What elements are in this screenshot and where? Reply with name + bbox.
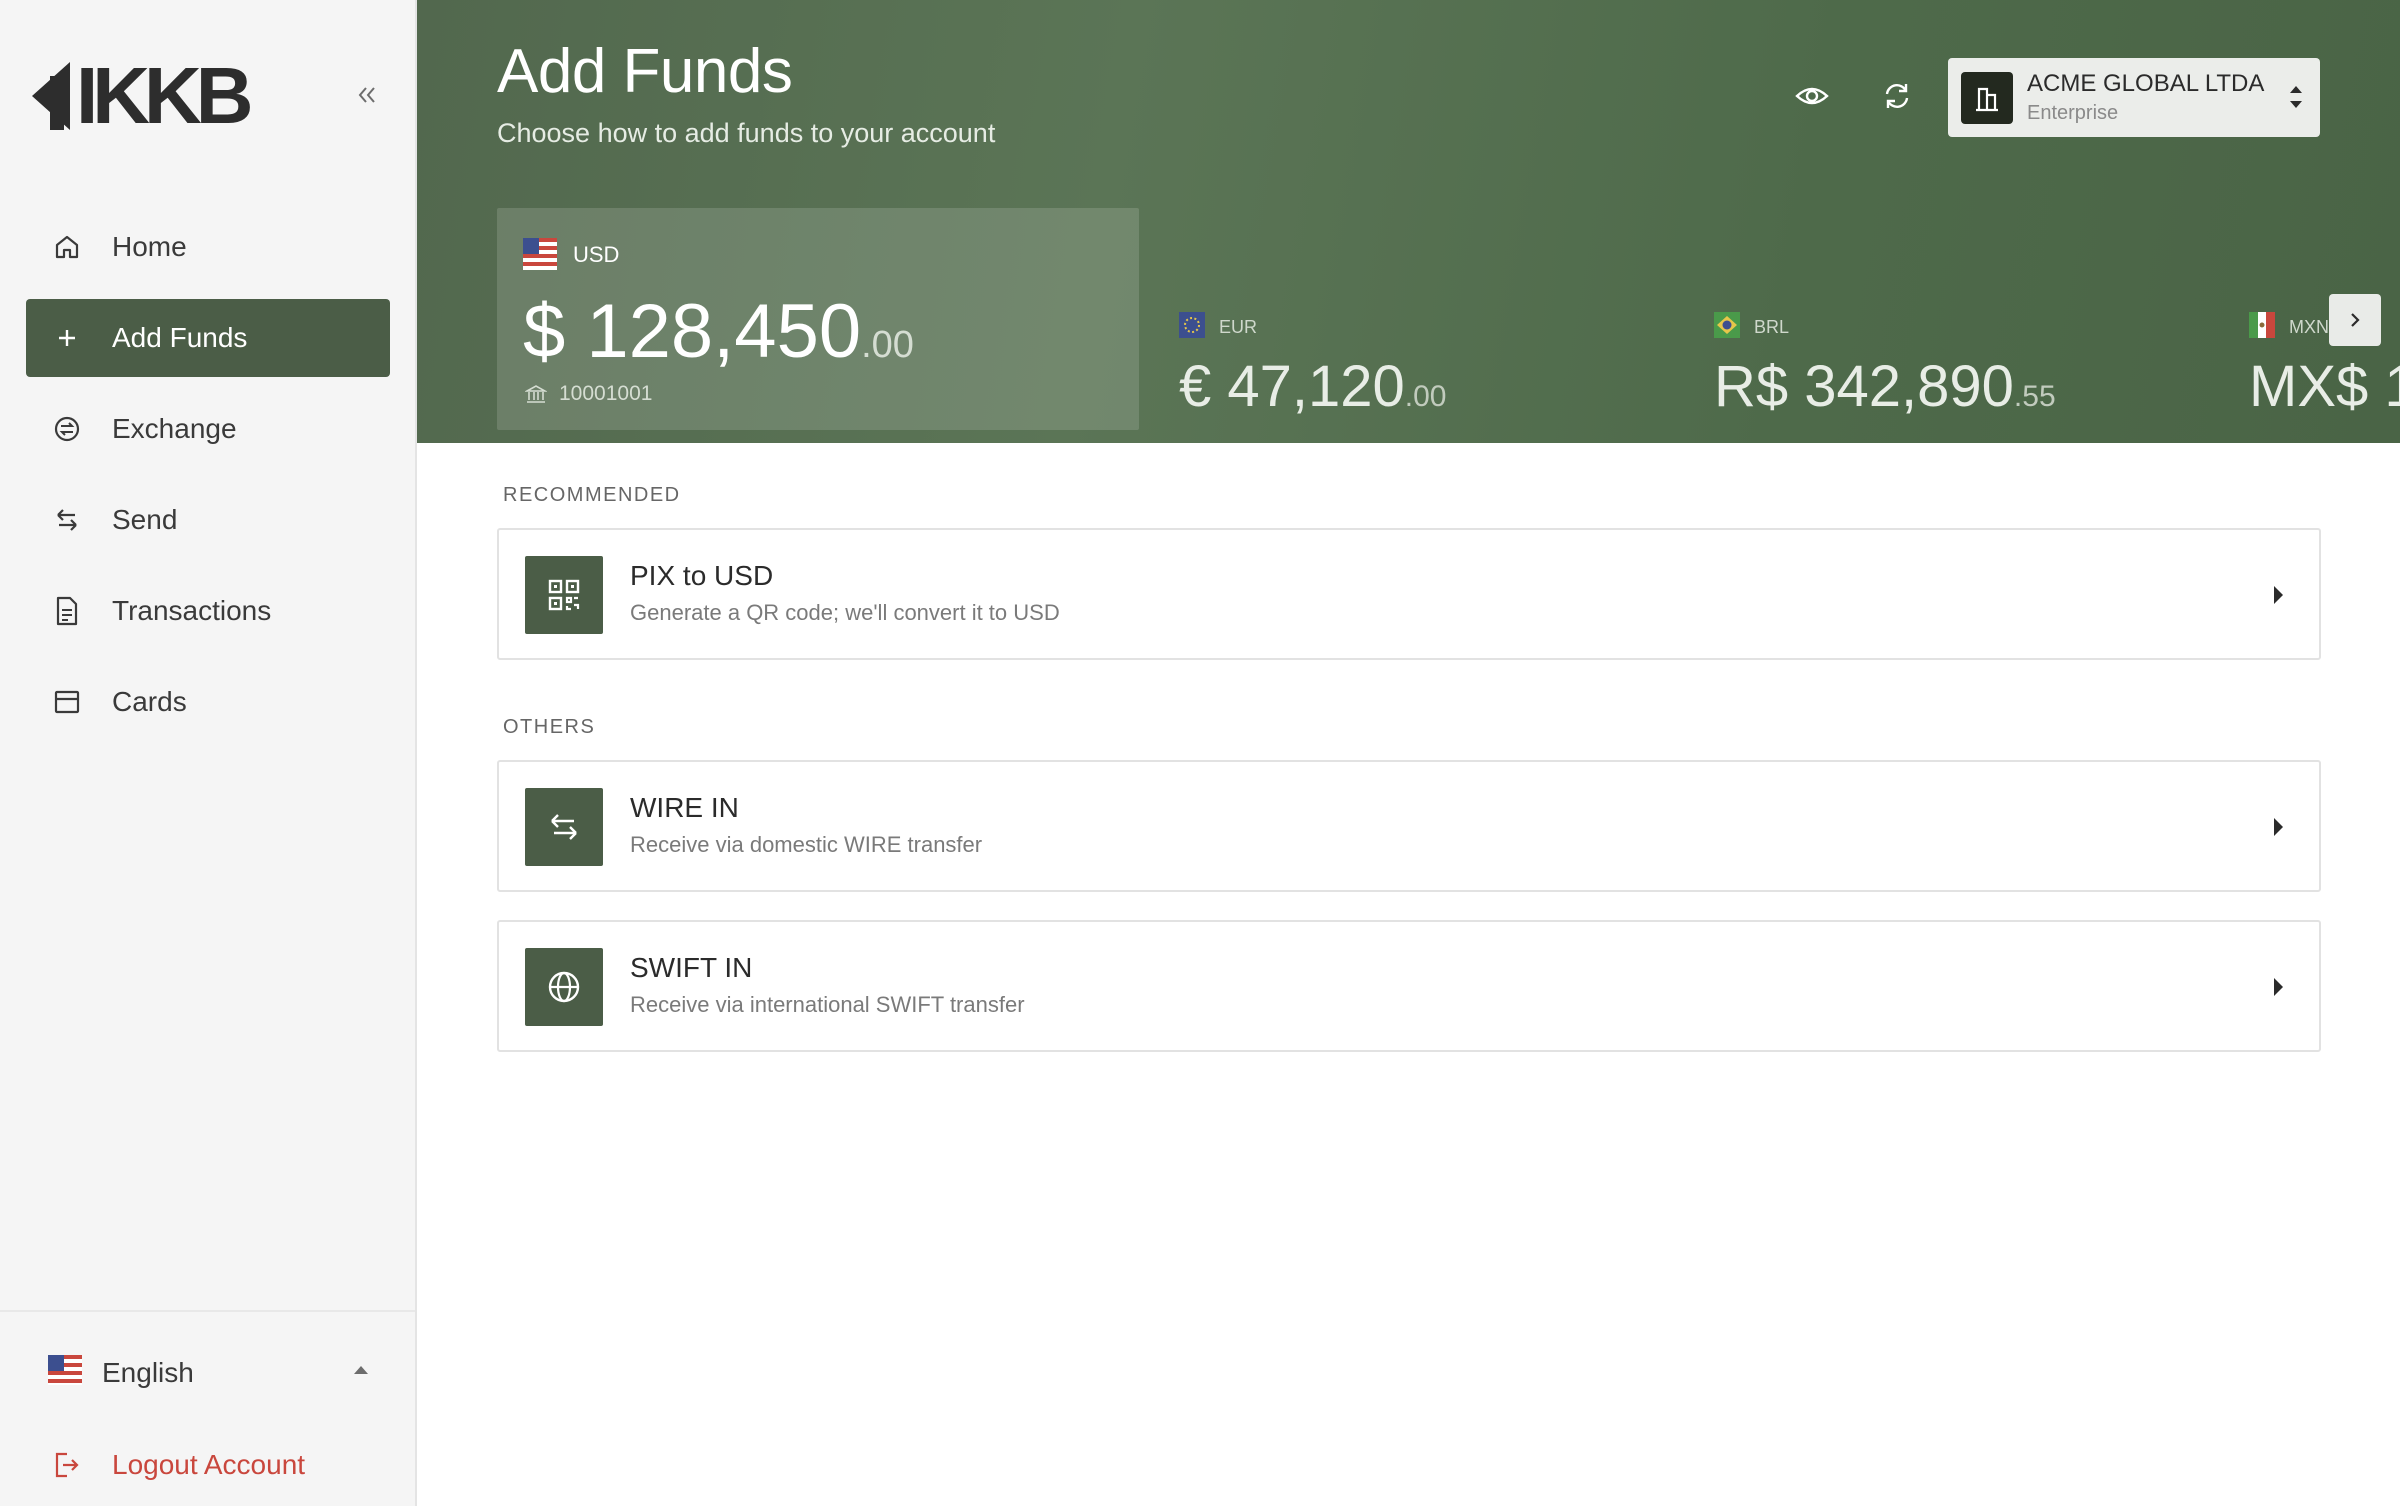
account-number-value: 10001001: [559, 382, 653, 405]
bank-icon: [525, 385, 547, 403]
logout-icon: [50, 1448, 84, 1482]
option-pix-to-usd[interactable]: PIX to USD Generate a QR code; we'll con…: [497, 528, 2321, 660]
us-flag-icon: [523, 238, 557, 275]
balance-amount-cents: .00: [1404, 380, 1447, 413]
sidebar-item-send[interactable]: Send: [26, 481, 390, 559]
caret-right-icon: [2274, 978, 2283, 996]
sidebar-item-add-funds[interactable]: Add Funds: [26, 299, 390, 377]
balance-card-brl[interactable]: BRL R$ 342,890.55: [1714, 312, 2056, 420]
balance-amount: MX$ 1: [2249, 353, 2400, 420]
refresh-button[interactable]: [1877, 76, 1917, 116]
balance-amount-cents: .00: [861, 324, 914, 366]
building-icon: [1961, 71, 2013, 124]
logo-arrow-icon: [32, 62, 70, 130]
account-switcher[interactable]: ACME GLOBAL LTDA Enterprise: [1948, 58, 2320, 137]
arrows-swap-icon: [525, 788, 603, 866]
sidebar-item-exchange[interactable]: Exchange: [26, 390, 390, 468]
document-icon: [50, 594, 84, 628]
card-icon: [50, 685, 84, 719]
balance-amount-main: MX$ 1: [2249, 354, 2400, 419]
sidebar-footer: English Logout Account: [0, 1310, 415, 1506]
sidebar: IKKB Home Add Funds Exchange Send Transa…: [0, 0, 417, 1506]
brand-name: IKKB: [76, 51, 254, 140]
sidebar-item-transactions[interactable]: Transactions: [26, 572, 390, 650]
carousel-next-button[interactable]: [2329, 294, 2381, 346]
option-wire-in[interactable]: WIRE IN Receive via domestic WIRE transf…: [497, 760, 2321, 892]
mx-flag-icon: [2249, 312, 2275, 343]
currency-code: EUR: [1219, 317, 1258, 337]
arrows-swap-icon: [50, 503, 84, 537]
option-description: Generate a QR code; we'll convert it to …: [630, 600, 1060, 625]
sidebar-item-cards[interactable]: Cards: [26, 663, 390, 741]
option-title: WIRE IN: [630, 792, 739, 823]
double-chevron-left-icon: [358, 87, 375, 103]
option-title: PIX to USD: [630, 560, 774, 591]
sort-arrows-icon: [2288, 82, 2304, 117]
logout-button[interactable]: Logout Account: [26, 1426, 390, 1504]
account-type: Enterprise: [2027, 102, 2119, 124]
sidebar-item-label: Add Funds: [112, 322, 248, 353]
option-swift-in[interactable]: SWIFT IN Receive via international SWIFT…: [497, 920, 2321, 1052]
caret-right-icon: [2274, 586, 2283, 604]
sidebar-item-label: Exchange: [112, 413, 237, 444]
section-label-recommended: RECOMMENDED: [503, 484, 681, 506]
balance-amount-main: $ 128,450: [523, 289, 862, 374]
balance-amount: $ 128,450.00: [523, 288, 914, 375]
account-name: ACME GLOBAL LTDA: [2027, 70, 2265, 97]
section-label-others: OTHERS: [503, 716, 596, 738]
balance-amount: € 47,120.00: [1179, 353, 1447, 420]
chevron-right-icon: [2351, 313, 2360, 327]
currency-code: USD: [573, 242, 620, 267]
sidebar-item-label: Send: [112, 504, 178, 535]
sidebar-nav: Home Add Funds Exchange Send Transaction…: [26, 208, 390, 754]
currency-code: MXN: [2289, 317, 2329, 337]
page-title: Add Funds: [497, 37, 793, 106]
caret-right-icon: [2274, 818, 2283, 836]
plus-icon: [50, 321, 84, 355]
balance-amount-main: € 47,120: [1179, 354, 1405, 419]
sidebar-item-label: Transactions: [112, 595, 272, 626]
option-description: Receive via international SWIFT transfer: [630, 992, 1025, 1017]
balance-amount-main: R$ 342,890: [1714, 354, 2014, 419]
option-title: SWIFT IN: [630, 952, 753, 983]
sidebar-item-home[interactable]: Home: [26, 208, 390, 286]
sidebar-item-label: Cards: [112, 686, 187, 717]
refresh-icon: [1885, 84, 1909, 108]
option-description: Receive via domestic WIRE transfer: [630, 832, 983, 857]
qr-code-icon: [525, 556, 603, 634]
balance-card-eur[interactable]: EUR € 47,120.00: [1179, 312, 1447, 420]
collapse-sidebar-button[interactable]: [350, 78, 384, 112]
toggle-visibility-button[interactable]: [1792, 76, 1832, 116]
balance-amount-cents: .55: [2013, 380, 2056, 413]
sidebar-item-label: Home: [112, 231, 187, 262]
br-flag-icon: [1714, 312, 1740, 343]
exchange-icon: [50, 412, 84, 446]
caret-up-icon: [354, 1366, 368, 1374]
eu-flag-icon: [1179, 312, 1205, 343]
language-label: English: [102, 1357, 194, 1388]
balance-amount: R$ 342,890.55: [1714, 353, 2056, 420]
balance-card-usd[interactable]: USD $ 128,450.00 10001001: [497, 208, 1139, 430]
page-subtitle: Choose how to add funds to your account: [497, 118, 996, 148]
page-header: Add Funds Choose how to add funds to you…: [417, 0, 2400, 443]
globe-icon: [525, 948, 603, 1026]
brand-logo[interactable]: IKKB: [32, 51, 254, 140]
eye-icon: [1795, 87, 1829, 105]
home-icon: [50, 230, 84, 264]
us-flag-icon: [48, 1353, 82, 1394]
language-selector[interactable]: English: [26, 1334, 390, 1412]
account-number: 10001001: [525, 382, 652, 406]
logout-label: Logout Account: [112, 1449, 306, 1480]
currency-code: BRL: [1754, 317, 1790, 337]
